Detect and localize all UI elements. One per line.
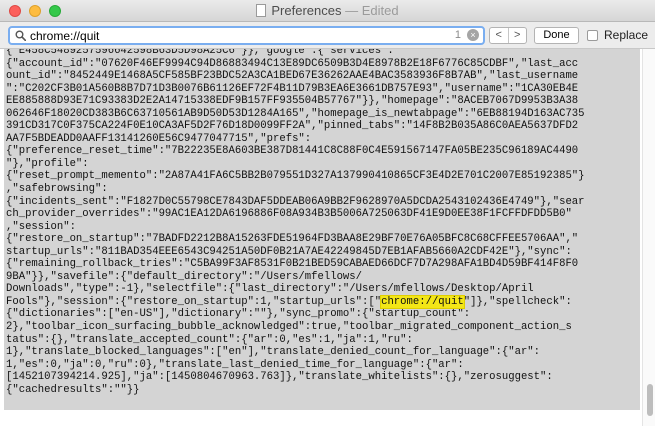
doc-line: {"restore_on_startup":"7BADFD2212B8A1526… — [6, 233, 579, 246]
window-title-group: Preferences — Edited — [0, 3, 655, 18]
match-count: 1 — [454, 29, 461, 41]
title-bar: Preferences — Edited — [0, 0, 655, 22]
document-icon — [256, 4, 267, 17]
done-button[interactable]: Done — [534, 27, 579, 44]
replace-checkbox[interactable] — [587, 30, 598, 41]
find-field[interactable]: 1 × — [8, 26, 485, 45]
doc-line: AA7F5BDEADD0AAFF13141260E56C9477047715",… — [6, 132, 312, 145]
doc-line: Downloads","type":-1},"selectfile":{"las… — [6, 283, 534, 296]
doc-line: [1452107394214.925],"ja":[1450804670963.… — [6, 371, 553, 384]
find-bar: 1 × < > Done Replace — [0, 22, 655, 49]
doc-line: ch_provider_overrides":"99AC1EA12DA61968… — [6, 208, 572, 221]
doc-line: tatus":{},"translate_accepted_count":{"a… — [6, 333, 413, 346]
preferences-window: Preferences — Edited 1 × < > Done Replac… — [0, 0, 655, 426]
doc-line: startup_urls":"811BAD354EEE6543C94251A50… — [6, 245, 572, 258]
find-next-button[interactable]: > — [507, 28, 527, 43]
doc-line: 1},"translate_blocked_languages":["en"],… — [6, 346, 541, 359]
find-previous-button[interactable]: < — [490, 28, 508, 43]
vertical-scrollbar[interactable] — [642, 49, 655, 426]
clear-search-icon[interactable]: × — [467, 29, 479, 41]
scrollbar-thumb[interactable] — [647, 384, 653, 416]
doc-line: 1,"es":0,"ja":0,"ru":0},"translate_last_… — [6, 358, 464, 371]
doc-line: 2},"toolbar_icon_surfacing_bubble_acknow… — [6, 321, 572, 334]
doc-line: 391CD317C0F375CA224F0E10CA3AF5D2F76D18D0… — [6, 120, 579, 133]
window-title: Preferences — [271, 3, 342, 18]
replace-label[interactable]: Replace — [604, 28, 648, 42]
doc-line: {"incidents_sent":"F1827D0C55798CE7843DA… — [6, 195, 585, 208]
find-navigation: < > — [489, 27, 527, 44]
document-text[interactable]: {"E458C5489257596642598B63D5D98A25C6"}},… — [6, 49, 642, 396]
find-input[interactable] — [30, 28, 450, 43]
doc-line: 062646F18020CD383B6C63710561AB9D50D53D12… — [6, 107, 585, 120]
doc-line-tail: "]},"spellcheck": — [463, 295, 572, 308]
search-icon — [15, 30, 26, 41]
doc-line: {"dictionaries":["en-US"],"dictionary":"… — [6, 308, 471, 321]
search-match-highlight: chrome://quit — [380, 294, 465, 309]
window-edited-status: — Edited — [345, 3, 399, 18]
doc-line: EE885888D93E71C93383D2E2A14715338EDF9B15… — [6, 95, 579, 108]
doc-line: Fools"},"session":{"restore_on_startup":… — [6, 295, 382, 308]
doc-line: {"preference_reset_time":"7B22235E8A603B… — [6, 145, 579, 158]
text-editor-area[interactable]: {"E458C5489257596642598B63D5D98A25C6"}},… — [0, 49, 655, 426]
doc-line: ":"C202CF3B01A560B8B7D71D3B0076B61126EF7… — [6, 82, 579, 95]
doc-line: ,"session": — [6, 220, 76, 233]
doc-line: 9BA"}},"savefile":{"default_directory":"… — [6, 270, 363, 283]
doc-line: {"account_id":"07620F46EF9994C94D8688349… — [6, 57, 579, 70]
doc-line: {"reset_prompt_memento":"2A87A41FA6C5BB2… — [6, 170, 585, 183]
doc-line: ,"safebrowsing": — [6, 183, 108, 196]
doc-line: ount_id":"8452449E1468A5CF585BF23BDC52A3… — [6, 70, 579, 83]
doc-line: {"remaining_rollback_tries":"C5BA99F3AF8… — [6, 258, 579, 271]
doc-line: {"cachedresults":""}} — [6, 383, 140, 396]
doc-line: "},"profile": — [6, 157, 89, 170]
partial-top-line: {"E458C5489257596642598B63D5D98A25C6"}},… — [6, 49, 394, 57]
